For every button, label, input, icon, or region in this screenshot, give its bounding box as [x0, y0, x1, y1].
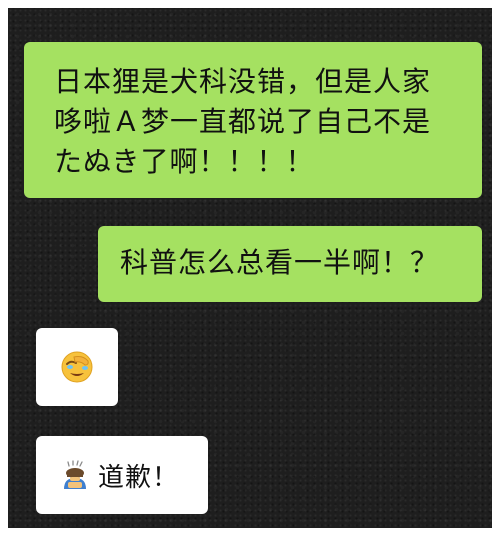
message-text: 道歉！ — [98, 462, 180, 493]
sent-message-bubble[interactable]: 科普怎么总看一半啊！？ — [98, 226, 482, 302]
message-line: 日本狸是犬科没错，但是人家 — [54, 65, 432, 98]
message-text: 科普怎么总看一半啊！？ — [120, 246, 440, 279]
chat-background: 日本狸是犬科没错，但是人家 哆啦Ａ梦一直都说了自己不是 たぬき了啊！！！！ 科普… — [8, 8, 492, 528]
received-message-bubble[interactable] — [36, 328, 118, 406]
message-line: たぬき了啊！！！！ — [54, 145, 315, 178]
bowing-person-emoji — [64, 460, 86, 489]
face-palm-laughing-emoji — [61, 351, 93, 383]
received-message-bubble[interactable]: 道歉！ — [36, 436, 208, 514]
message-line: 哆啦Ａ梦一直都说了自己不是 — [54, 105, 432, 138]
sent-message-bubble[interactable]: 日本狸是犬科没错，但是人家 哆啦Ａ梦一直都说了自己不是 たぬき了啊！！！！ — [24, 42, 482, 198]
